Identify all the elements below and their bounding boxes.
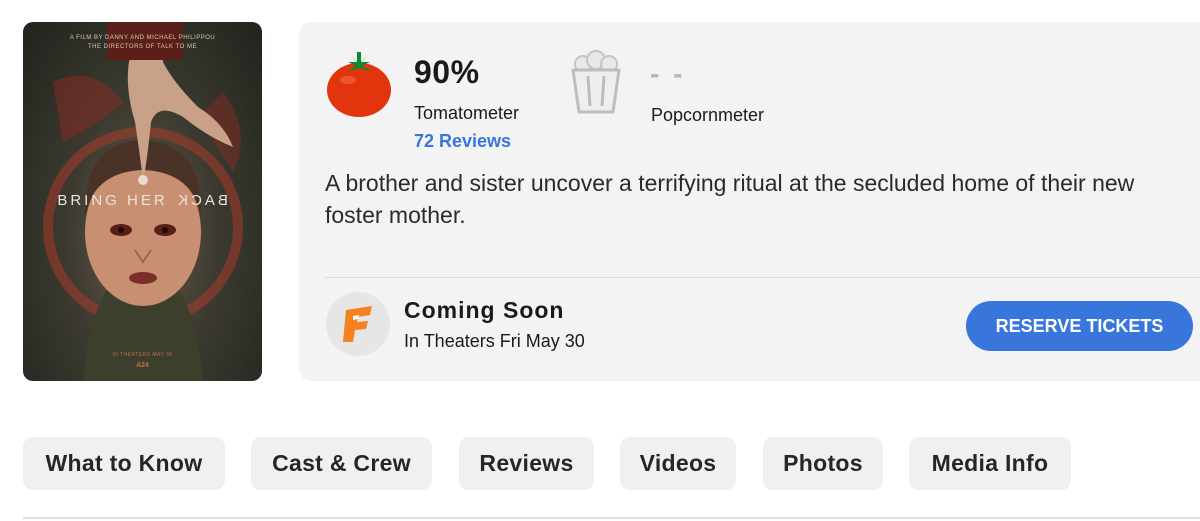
tab-videos[interactable]: Videos (620, 437, 736, 490)
tab-reviews[interactable]: Reviews (459, 437, 594, 490)
poster-credit-line: A FILM BY DANNY AND MICHAEL PHILIPPOU (69, 35, 216, 41)
poster-title-main: BRING HER (57, 192, 175, 209)
reserve-tickets-button[interactable]: RESERVE TICKETS (966, 301, 1193, 351)
score-card: 90% Tomatometer 72 Reviews - - Popcornme… (299, 22, 1200, 381)
tab-media-info[interactable]: Media Info (909, 437, 1071, 490)
popcorn-bucket-icon (571, 50, 621, 114)
poster-studio: A24 (136, 362, 149, 369)
reviews-count-link[interactable]: 72 Reviews (414, 131, 511, 152)
poster-title-mirrored: BACK (174, 192, 228, 209)
tomatometer-score: 90% (414, 54, 480, 90)
tomatometer-label: Tomatometer (414, 103, 520, 123)
popcornmeter-score: - - (650, 58, 686, 89)
release-date-text: In Theaters Fri May 30 (404, 331, 585, 351)
bottom-divider (23, 517, 1200, 519)
movie-synopsis: A brother and sister uncover a terrifyin… (325, 170, 1135, 228)
tab-what-to-know[interactable]: What to Know (23, 437, 225, 490)
poster-release-line: IN THEATERS MAY 30 (112, 352, 173, 358)
tab-photos[interactable]: Photos (763, 437, 883, 490)
poster-credit-line: THE DIRECTORS OF TALK TO ME (88, 44, 197, 50)
tab-cast-and-crew[interactable]: Cast & Crew (251, 437, 432, 490)
section-divider (325, 277, 1200, 278)
release-status-title: Coming Soon (404, 297, 565, 323)
fandango-icon (326, 292, 390, 356)
poster-credits: A FILM BY DANNY AND MICHAEL PHILIPPOU TH… (23, 34, 262, 52)
popcornmeter-label: Popcornmeter (651, 105, 765, 125)
tomato-icon (327, 52, 391, 117)
poster-title: BRING HER BACK (23, 192, 262, 209)
movie-poster[interactable]: A FILM BY DANNY AND MICHAEL PHILIPPOU TH… (23, 22, 262, 381)
